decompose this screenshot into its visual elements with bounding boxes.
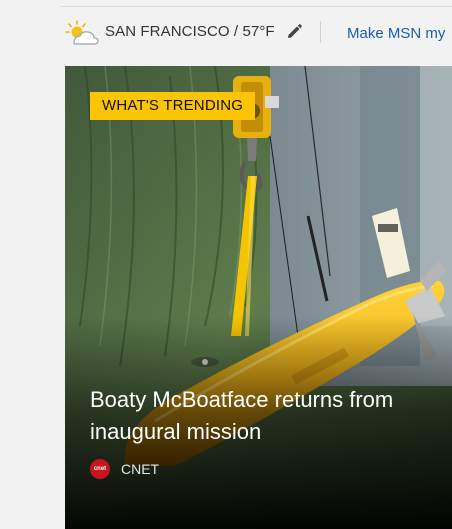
trending-badge: WHAT'S TRENDING bbox=[90, 92, 256, 120]
cnet-logo-icon: cnet bbox=[90, 459, 110, 479]
make-msn-homepage-link[interactable]: Make MSN my bbox=[347, 25, 445, 42]
pencil-icon[interactable] bbox=[285, 23, 303, 41]
weather-location-temp[interactable]: SAN FRANCISCO / 57°F bbox=[105, 23, 275, 40]
header-divider bbox=[320, 21, 321, 43]
article-headline[interactable]: Boaty McBoatface returns from inaugural … bbox=[90, 384, 420, 448]
source-name: CNET bbox=[121, 461, 160, 477]
trending-card[interactable]: WHAT'S TRENDING Boaty McBoatface returns… bbox=[65, 66, 452, 529]
top-bar: SAN FRANCISCO / 57°F Make MSN my bbox=[60, 6, 452, 59]
partly-sunny-icon bbox=[65, 20, 99, 45]
article-source: cnet CNET bbox=[90, 458, 159, 480]
msn-page: SAN FRANCISCO / 57°F Make MSN my WHAT'S … bbox=[0, 0, 452, 529]
